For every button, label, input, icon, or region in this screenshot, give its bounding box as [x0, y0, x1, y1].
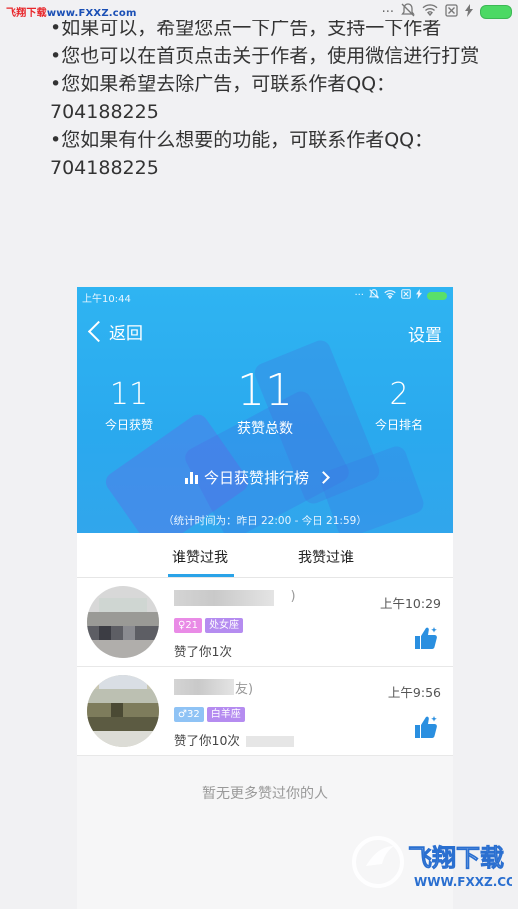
tab-who-liked-me[interactable]: 谁赞过我	[172, 547, 228, 567]
zodiac-badge: 处女座	[205, 618, 244, 633]
rank-list-link[interactable]: 今日获赞排行榜	[185, 467, 330, 488]
liked-count-text: 赞了你1次	[174, 644, 232, 659]
thumb-up-icon[interactable]	[413, 714, 439, 740]
charging-icon	[416, 289, 422, 302]
list-item[interactable]: 友) ♂32 白羊座 赞了你10次 上午9:56	[77, 667, 453, 756]
blurred-name	[174, 590, 274, 606]
intro-line: •如果可以，希望您点一下广告，支持一下作者	[50, 17, 442, 39]
active-tab-indicator	[168, 574, 234, 577]
like-time: 上午10:29	[379, 596, 441, 611]
stat-value: 2	[389, 377, 409, 412]
blurred-name	[174, 679, 234, 695]
intro-line: •您也可以在首页点击关于作者，使用微信进行打赏	[50, 45, 480, 67]
gender-age-badge: ♂32	[174, 707, 204, 722]
like-time: 上午9:56	[387, 685, 441, 700]
empty-list-message: 暂无更多赞过你的人	[202, 786, 328, 802]
liked-count-label: 赞了你10次	[174, 733, 240, 748]
gender-age-badge: ♀21	[174, 618, 203, 633]
stat-today-likes: 11 今日获赞	[93, 377, 165, 433]
bar-chart-icon	[185, 471, 198, 484]
sim-blocked-icon	[401, 289, 411, 302]
tab-bar: 谁赞过我 我赞过谁	[77, 533, 453, 578]
name-suffix: 友)	[235, 682, 254, 697]
intro-line: •您如果有什么想要的功能，可联系作者QQ：704188225	[50, 129, 434, 179]
inner-status-icons: ···	[354, 289, 447, 302]
likes-list: ) ♀21 处女座 赞了你1次 上午10:29 友) ♂32 白羊座 赞了你10…	[77, 578, 453, 756]
watermark-logo: 飞翔下载 WWW.FXXZ.COM	[352, 836, 512, 889]
watermark-brand: 飞翔下载	[6, 8, 47, 19]
stat-value: 11	[237, 365, 293, 416]
tab-who-i-liked[interactable]: 我赞过谁	[298, 547, 354, 567]
stat-time-note: （统计时间为：昨日 22:00 - 今日 21:59）	[163, 515, 367, 527]
stat-today-rank: 2 今日排名	[363, 377, 435, 433]
stat-label: 获赞总数	[237, 421, 293, 437]
stat-value: 11	[109, 377, 149, 412]
inner-clock: 上午10:44	[82, 294, 131, 305]
stat-label: 今日排名	[374, 418, 423, 432]
name-suffix: )	[274, 589, 296, 604]
settings-button[interactable]: 设置	[408, 321, 442, 346]
stat-total-likes: 11 获赞总数	[225, 365, 305, 438]
intro-text: •如果可以，希望您点一下广告，支持一下作者 •您也可以在首页点击关于作者，使用微…	[50, 14, 500, 182]
avatar	[87, 586, 159, 658]
avatar	[87, 675, 159, 747]
liked-count-text: 赞了你10次	[174, 730, 294, 749]
blurred-text	[245, 736, 294, 747]
stats-header: 上午10:44 ··· 返回 设置 11 今日获赞 11 获赞总数 2 今日排名…	[77, 287, 453, 533]
user-badges: ♀21 处女座	[174, 618, 244, 633]
user-badges: ♂32 白羊座	[174, 707, 245, 722]
zodiac-badge: 白羊座	[206, 707, 245, 722]
back-button[interactable]: 返回	[85, 319, 143, 344]
thumb-up-icon[interactable]	[413, 625, 439, 651]
app-screenshot: 上午10:44 ··· 返回 设置 11 今日获赞 11 获赞总数 2 今日排名…	[77, 287, 453, 909]
chevron-left-icon	[87, 320, 110, 343]
svg-text:WWW.FXXZ.COM: WWW.FXXZ.COM	[414, 875, 512, 889]
wifi-icon	[384, 289, 396, 302]
inner-status-bar: 上午10:44 ···	[77, 287, 453, 305]
stat-label: 今日获赞	[104, 418, 153, 432]
svg-text:飞翔下载: 飞翔下载	[408, 844, 504, 872]
signal-dots-icon: ···	[354, 290, 364, 301]
back-label: 返回	[109, 324, 143, 344]
intro-line: •您如果希望去除广告，可联系作者QQ：704188225	[50, 73, 396, 123]
battery-icon	[427, 291, 447, 300]
silent-bell-icon	[369, 289, 379, 302]
rank-link-label: 今日获赞排行榜	[204, 469, 310, 487]
list-item[interactable]: ) ♀21 处女座 赞了你1次 上午10:29	[77, 578, 453, 667]
chevron-right-icon	[317, 471, 330, 484]
